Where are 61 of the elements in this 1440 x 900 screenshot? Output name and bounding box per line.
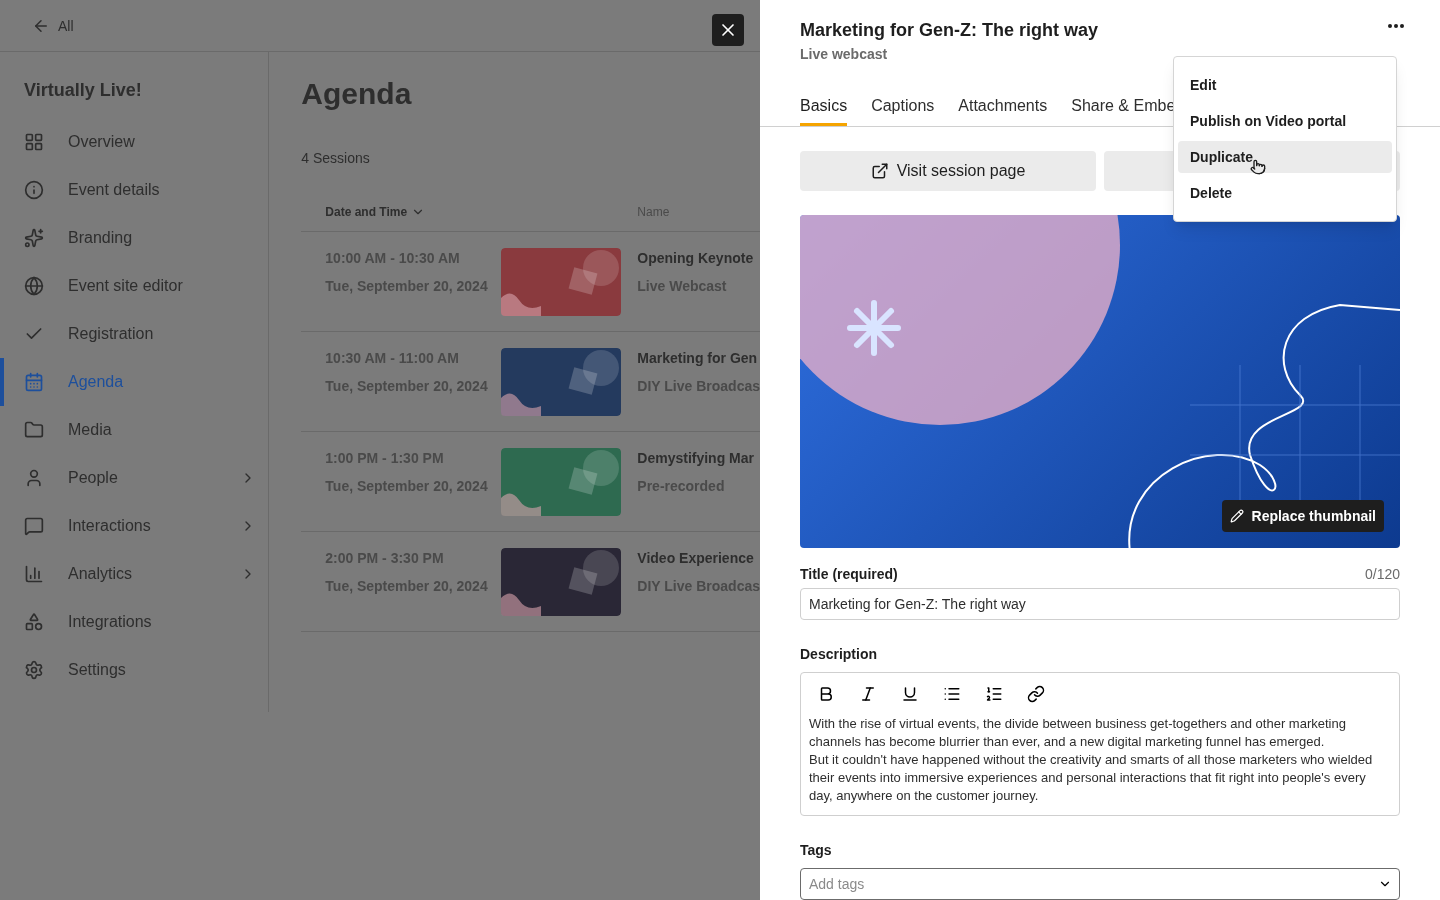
tab[interactable]: Share & Embe: [1071, 88, 1176, 127]
page-title: Agenda: [301, 76, 413, 112]
globe-icon: [24, 276, 44, 296]
underline-icon[interactable]: [901, 684, 919, 703]
menu-item[interactable]: Edit: [1178, 69, 1392, 101]
description-editor[interactable]: [800, 671, 1400, 816]
field-label: Description: [799, 644, 878, 664]
sidebar-item[interactable]: Branding: [0, 214, 269, 262]
back-link[interactable]: All: [32, 15, 74, 36]
visit-session-button[interactable]: Visit session page: [800, 151, 1096, 192]
sidebar-item[interactable]: Overview: [0, 118, 269, 166]
session-name: Opening Keynote: [637, 249, 754, 268]
replace-thumbnail-button[interactable]: Replace thumbnail: [1221, 500, 1384, 533]
sidebar-item[interactable]: Event details: [0, 166, 269, 214]
tab[interactable]: Attachments: [958, 88, 1048, 127]
person-icon: [24, 468, 44, 488]
more-button[interactable]: [1388, 24, 1404, 28]
chat-icon: [24, 516, 44, 536]
column-header[interactable]: Date and Time: [325, 203, 638, 220]
description-text: With the rise of virtual events, the divide between business get-togethers and other marketing channels has become blurrier than ever, and a new digital marketing funnel has emerged. But it couldn't have happened without the creativity and smarts of all those marketers who wielded their events into immersive experiences and personal interactions that fit right into people's every day, anywhere on the customer journey.: [809, 714, 1374, 805]
sidebar-item[interactable]: People: [0, 454, 269, 502]
title-input[interactable]: Marketing for Gen-Z: The right way: [800, 588, 1400, 620]
panel-subtitle: Live webcast: [800, 45, 889, 64]
menu-item[interactable]: Delete: [1178, 177, 1392, 209]
sidebar-item[interactable]: Registration: [0, 310, 269, 358]
link-icon[interactable]: [1027, 684, 1045, 703]
session-name: Demystifying Mar: [637, 449, 754, 468]
close-button[interactable]: [712, 13, 744, 46]
numbered-list-icon[interactable]: [985, 684, 1003, 703]
info-icon: [24, 180, 44, 200]
shapes-icon: [24, 612, 44, 632]
calendar-icon: [24, 372, 44, 392]
session-name: Video Experience: [637, 549, 755, 568]
settings-icon: [24, 660, 44, 680]
sidebar-item[interactable]: Interactions: [0, 502, 269, 550]
tab[interactable]: Captions: [871, 88, 935, 127]
character-counter: 0/120: [1364, 565, 1400, 585]
field-label: Title (required): [800, 565, 898, 585]
session-count: 4 Sessions: [301, 149, 371, 168]
menu-item[interactable]: Duplicate: [1178, 141, 1392, 173]
tab[interactable]: Basics: [800, 88, 848, 127]
grid-icon: [24, 132, 44, 152]
folder-icon: [24, 420, 44, 440]
tags-select[interactable]: Add tags: [800, 868, 1400, 900]
sparkles-icon: [24, 228, 44, 248]
external-link-icon: [870, 162, 889, 181]
sidebar-item[interactable]: Settings: [0, 646, 269, 694]
italic-icon[interactable]: [859, 684, 877, 703]
sidebar-item[interactable]: Analytics: [0, 550, 269, 598]
sidebar-item[interactable]: Integrations: [0, 598, 269, 646]
panel-title: Marketing for Gen-Z: The right way: [800, 19, 1099, 42]
pencil-icon: [1229, 509, 1244, 524]
field-label: Tags: [799, 841, 833, 860]
session-name: Marketing for Gen: [637, 349, 759, 368]
sidebar-item[interactable]: Event site editor: [0, 262, 269, 310]
menu-item[interactable]: Publish on Video portal: [1178, 105, 1392, 137]
bar-chart-icon: [24, 564, 44, 584]
more-icon: [1388, 24, 1404, 28]
sidebar-item[interactable]: Agenda: [0, 358, 269, 406]
sidebar-item[interactable]: Media: [0, 406, 269, 454]
event-title: Virtually Live!: [23, 79, 143, 102]
